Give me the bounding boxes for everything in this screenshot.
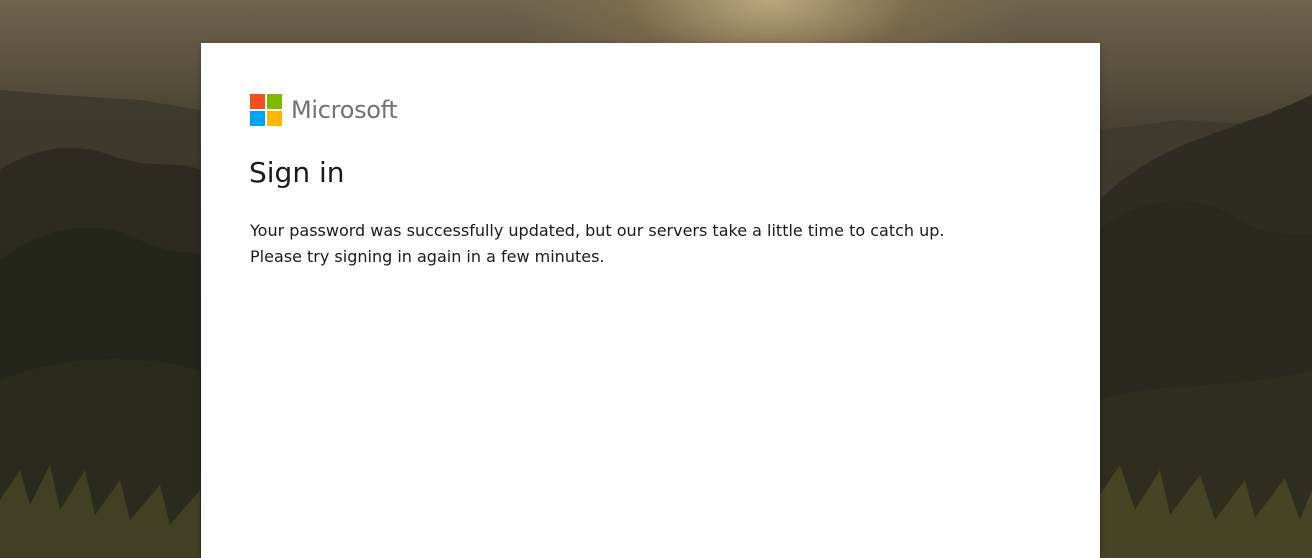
- page-title: Sign in: [249, 156, 345, 189]
- message-line: Please try signing in again in a few min…: [250, 247, 605, 266]
- brand-name: Microsoft: [291, 96, 398, 124]
- logo-square-blue: [250, 111, 265, 126]
- logo-square-yellow: [267, 111, 282, 126]
- microsoft-logo-icon: [250, 94, 282, 126]
- logo-square-red: [250, 94, 265, 109]
- message-line: Your password was successfully updated, …: [250, 221, 945, 240]
- status-message: Your password was successfully updated, …: [250, 218, 1080, 270]
- microsoft-brand: Microsoft: [250, 94, 398, 126]
- sign-in-card: Microsoft Sign in Your password was succ…: [201, 43, 1100, 558]
- logo-square-green: [267, 94, 282, 109]
